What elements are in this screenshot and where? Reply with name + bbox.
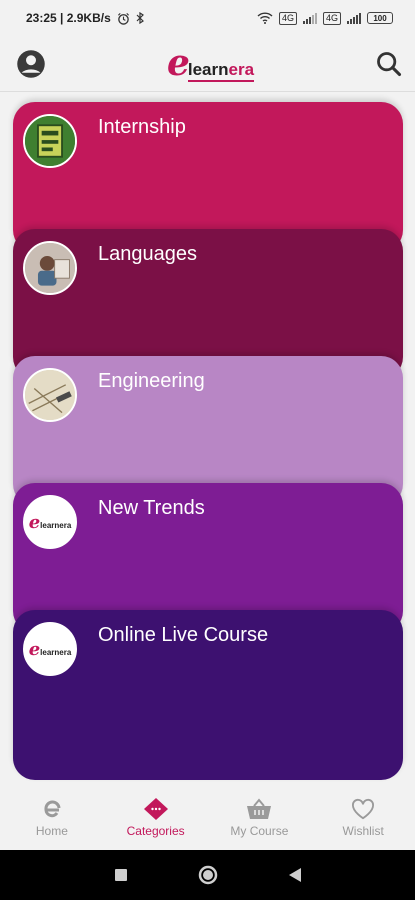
nav-categories-label: Categories <box>126 824 185 838</box>
book-cover-icon <box>25 116 75 166</box>
status-time: 23:25 | 2.9KB/s <box>26 11 111 25</box>
back-button[interactable] <box>288 867 302 883</box>
e-logo-icon <box>44 800 61 818</box>
basket-icon <box>247 798 272 819</box>
category-title-new-trends: New Trends <box>98 497 205 519</box>
online-live-course-thumbnail: e learnera <box>23 622 77 676</box>
status-bar: 23:25 | 2.9KB/s 4G 4G 100 <box>0 0 415 36</box>
nav-categories[interactable]: Categories <box>104 790 208 850</box>
signal-icon-2 <box>347 12 361 24</box>
nav-my-course[interactable]: My Course <box>208 790 312 850</box>
nav-wishlist[interactable]: Wishlist <box>311 790 415 850</box>
logo-main: learn <box>187 60 229 79</box>
app-header: e learnera <box>0 36 415 92</box>
bluetooth-icon <box>136 12 144 24</box>
heart-icon <box>352 798 375 820</box>
battery-icon: 100 <box>367 12 393 24</box>
wifi-icon <box>257 12 273 24</box>
account-circle-icon[interactable] <box>16 49 46 79</box>
new-trends-thumbnail: e learnera <box>23 495 77 549</box>
category-title-engineering: Engineering <box>98 370 205 392</box>
system-nav-bar <box>0 850 415 900</box>
category-list: Internship Languages Engineering e learn… <box>13 102 403 780</box>
recents-button[interactable] <box>114 868 128 882</box>
logo-initial: e <box>166 42 190 84</box>
blueprint-icon <box>25 370 75 420</box>
logo-accent: era <box>228 60 255 79</box>
thumb-logo-initial: e <box>28 511 41 533</box>
alarm-icon <box>117 12 129 25</box>
sim1-badge: 4G <box>278 11 297 25</box>
person-at-desk-icon <box>25 243 75 293</box>
nav-home[interactable]: Home <box>0 790 104 850</box>
sim2-badge: 4G <box>322 11 341 25</box>
thumb-logo-initial: e <box>28 638 41 660</box>
logo-wordmark: learnera <box>187 60 255 82</box>
search-icon[interactable] <box>375 50 403 78</box>
nav-home-label: Home <box>35 824 68 838</box>
bottom-nav: Home Categories My Course Wishlist <box>0 790 415 850</box>
internship-thumbnail <box>23 114 77 168</box>
category-title-internship: Internship <box>98 116 186 138</box>
app-logo: e learnera <box>166 42 255 84</box>
category-title-online-live-course: Online Live Course <box>98 624 269 646</box>
category-card-online-live-course[interactable]: e learnera Online Live Course <box>13 610 403 780</box>
nav-my-course-label: My Course <box>230 824 289 838</box>
thumb-logo-text: learnera <box>40 520 72 530</box>
nav-wishlist-label: Wishlist <box>342 824 384 838</box>
thumb-logo-text: learnera <box>40 647 72 657</box>
signal-icon-1 <box>302 12 317 24</box>
category-title-languages: Languages <box>98 243 197 265</box>
categories-icon <box>143 798 168 820</box>
engineering-thumbnail <box>23 368 77 422</box>
languages-thumbnail <box>23 241 77 295</box>
home-button[interactable] <box>198 865 218 885</box>
